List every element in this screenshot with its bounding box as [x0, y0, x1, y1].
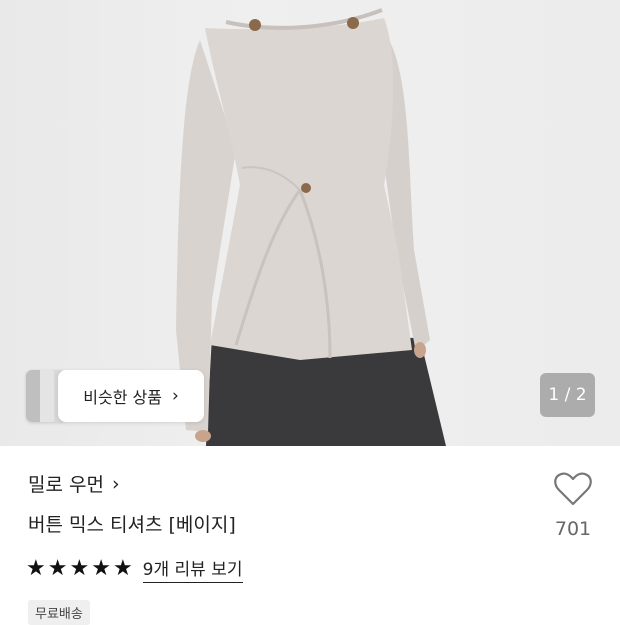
similar-thumb-2 [40, 370, 54, 422]
star-rating: ★ ★ ★ ★ ★ [26, 558, 133, 580]
similar-thumb-1 [26, 370, 40, 422]
star-filled-icon: ★ [69, 556, 90, 581]
similar-products-button[interactable]: 비슷한 상품 › [58, 370, 204, 422]
like-button[interactable]: 701 [548, 472, 598, 540]
star-filled-icon: ★ [26, 556, 46, 581]
free-shipping-badge: 무료배송 [28, 600, 90, 625]
chevron-right-icon: › [171, 386, 179, 406]
rating-row: ★ ★ ★ ★ ★ 9개 리뷰 보기 [26, 555, 243, 583]
similar-products-label: 비슷한 상품 [83, 388, 162, 407]
like-count: 701 [554, 518, 592, 540]
image-pager: 1 / 2 [540, 373, 595, 417]
brand-name: 밀로 우먼 [28, 474, 104, 496]
star-filled-icon: ★ [47, 556, 68, 581]
product-title: 버튼 믹스 티셔츠 [베이지] [28, 514, 236, 536]
star-filled-icon: ★ [91, 556, 111, 581]
reviews-link[interactable]: 9개 리뷰 보기 [142, 555, 243, 583]
star-filled-icon: ★ [112, 556, 133, 581]
heart-outline-icon [554, 472, 592, 506]
chevron-right-icon: › [111, 472, 120, 495]
brand-link[interactable]: 밀로 우먼 › [28, 470, 120, 497]
product-image-gallery[interactable]: 비슷한 상품 › 1 / 2 [0, 0, 620, 446]
